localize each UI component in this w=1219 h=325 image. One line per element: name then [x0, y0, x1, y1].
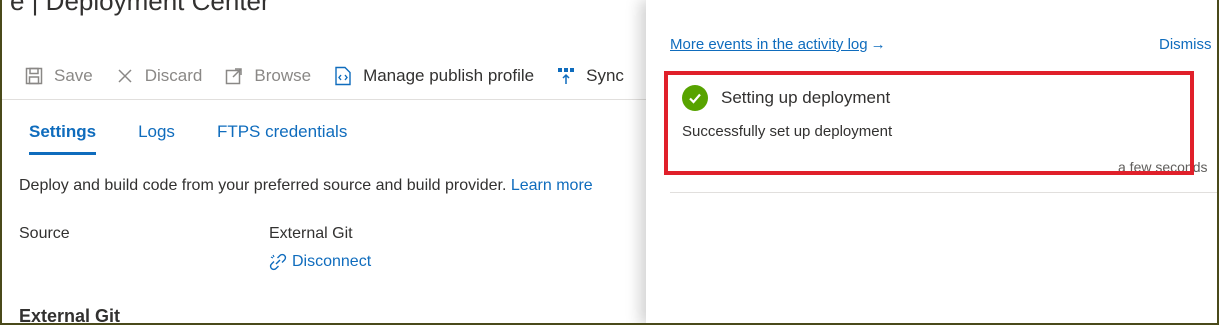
arrow-right-icon: → [870, 36, 886, 53]
command-bar: Save Discard Browse Manage publish profi… [24, 62, 646, 90]
save-icon [24, 66, 44, 86]
learn-more-link[interactable]: Learn more [511, 177, 593, 194]
sync-icon [556, 66, 576, 86]
link-break-icon [269, 253, 287, 271]
manage-publish-profile-button[interactable]: Manage publish profile [333, 66, 534, 86]
sync-button[interactable]: Sync [556, 66, 624, 86]
discard-label: Discard [144, 66, 203, 85]
notification-timestamp: a few seconds [1118, 159, 1208, 175]
sync-label: Sync [586, 66, 624, 85]
save-button[interactable]: Save [24, 66, 93, 86]
tab-ftps-credentials[interactable]: FTPS credentials [217, 122, 347, 155]
disconnect-link[interactable]: Disconnect [269, 253, 371, 271]
more-events-link[interactable]: More events in the activity log → [670, 36, 886, 53]
checkmark-circle-icon [682, 85, 708, 111]
toolbar-divider [0, 99, 646, 100]
external-link-icon [224, 66, 244, 86]
page-title: e | Deployment Center [10, 0, 270, 16]
tab-settings[interactable]: Settings [29, 122, 97, 155]
external-git-heading: External Git [19, 306, 121, 325]
close-icon [115, 66, 135, 86]
tab-list: Settings Logs FTPS credentials [19, 122, 379, 155]
tab-logs[interactable]: Logs [138, 122, 175, 155]
notification-title: Setting up deployment [721, 88, 891, 107]
save-label: Save [54, 66, 93, 85]
notification-divider [670, 192, 1219, 193]
manage-publish-profile-label: Manage publish profile [363, 66, 535, 85]
disconnect-label: Disconnect [292, 253, 372, 270]
source-label: Source [19, 225, 70, 242]
code-file-icon [333, 66, 353, 86]
discard-button[interactable]: Discard [115, 66, 203, 86]
browse-label: Browse [254, 66, 312, 85]
notification-message: Successfully set up deployment [682, 123, 893, 140]
deployment-description: Deploy and build code from your preferre… [19, 177, 593, 195]
dismiss-link[interactable]: Dismiss [1159, 36, 1212, 53]
browse-button[interactable]: Browse [224, 66, 311, 86]
description-text: Deploy and build code from your preferre… [19, 177, 507, 194]
notifications-panel: More events in the activity log → Dismiss… [646, 0, 1219, 325]
more-events-label: More events in the activity log [670, 36, 868, 53]
notification-header: Setting up deployment [682, 85, 890, 111]
source-value: External Git [269, 225, 353, 242]
